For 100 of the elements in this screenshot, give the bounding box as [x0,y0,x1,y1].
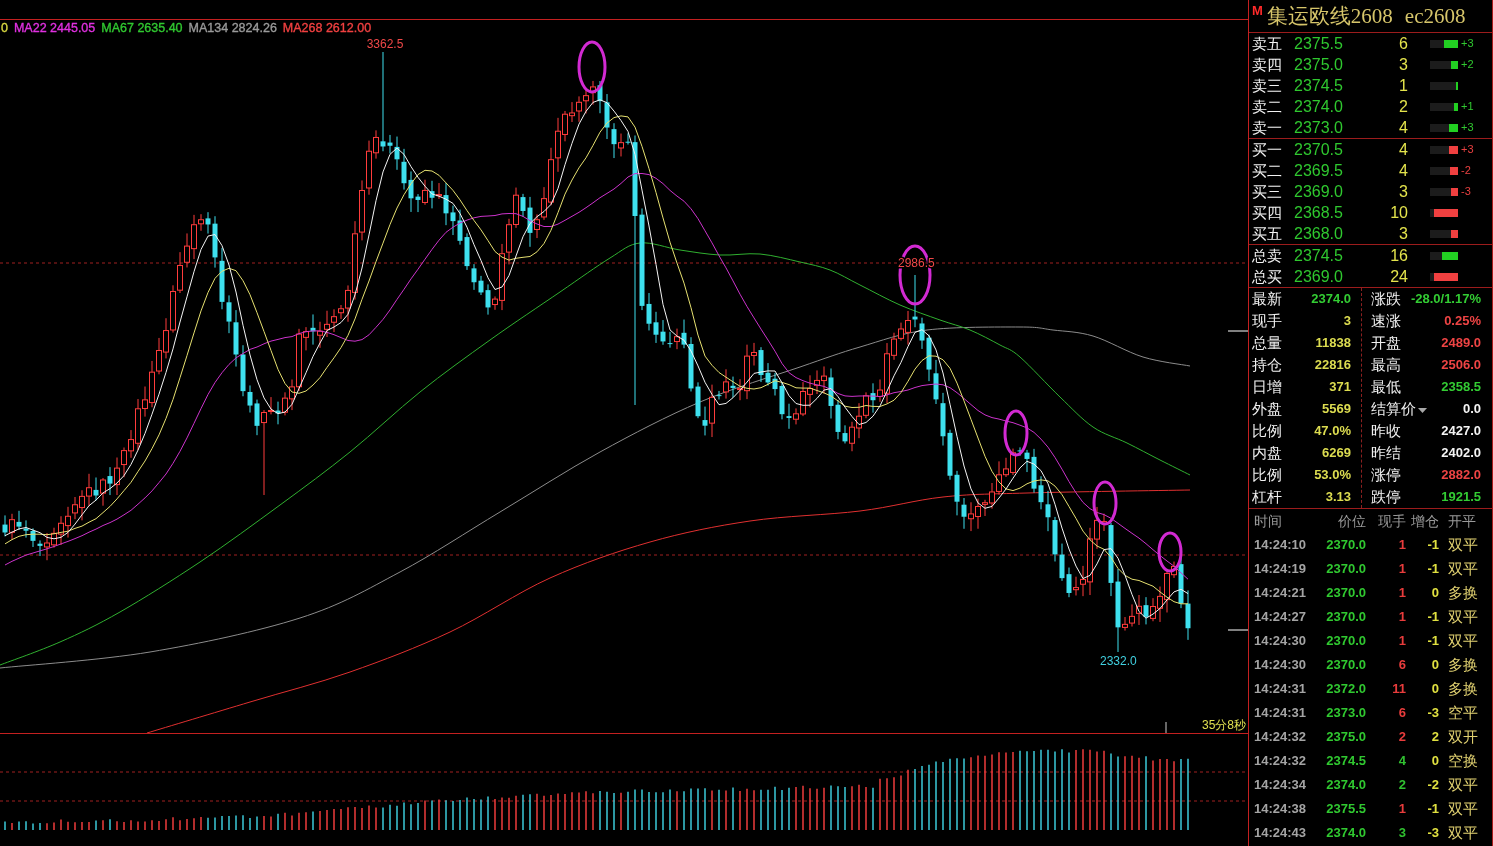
order-price: 2374.5 [1294,246,1344,266]
trade-time: 14:24:21 [1254,584,1308,602]
order-price: 2369.0 [1294,182,1344,202]
position-change: 0 [1430,584,1439,602]
stat-value: 53.0% [1314,466,1351,484]
ma-legend-label: MA134 2824.26 [188,20,277,36]
order-price: 2369.5 [1294,161,1344,181]
volume-change: +3 [1460,120,1475,135]
stat-label: 跌停 [1371,487,1401,507]
order-price: 2368.0 [1294,224,1344,244]
stat-label: 比例 [1252,465,1282,485]
volume-change: +3 [1460,36,1475,51]
trade-type: 多换 [1447,583,1479,603]
trade-price: 2375.5 [1325,800,1366,818]
trade-time: 14:24:34 [1254,776,1308,794]
trade-type: 双平 [1447,823,1479,843]
order-level-label: 买二 [1252,161,1283,181]
stat-value: 5569 [1322,400,1351,418]
trade-time: 14:24:38 [1254,800,1308,818]
trade-price: 2373.0 [1325,704,1366,722]
order-level-label: 卖四 [1252,55,1283,75]
stat-value: 2427.0 [1441,422,1481,440]
stat-value: 2506.0 [1441,356,1481,374]
trade-time: 14:24:32 [1254,752,1308,770]
stat-value: 371 [1329,378,1351,396]
trade-type: 多换 [1447,655,1479,675]
stat-value: 6269 [1322,444,1351,462]
trade-volume: 6 [1397,656,1406,674]
stat-value: 22816 [1314,356,1351,374]
stat-label: 比例 [1252,421,1282,441]
trade-time: 14:24:27 [1254,608,1308,626]
order-price: 2369.0 [1294,267,1344,287]
stat-label: 总量 [1252,333,1282,353]
trade-volume: 1 [1397,560,1406,578]
order-volume: 1 [1398,76,1408,96]
volume-change: -3 [1460,184,1472,199]
stat-label: 内盘 [1252,443,1282,463]
trade-time: 14:24:19 [1254,560,1308,578]
volume-change: +2 [1460,57,1475,72]
order-level-label: 卖五 [1252,34,1283,54]
order-level-label: 总买 [1252,267,1283,287]
order-price: 2375.5 [1294,34,1344,54]
order-price: 2373.0 [1294,118,1344,138]
stat-label: 外盘 [1252,399,1282,419]
trade-time: 14:24:43 [1254,824,1308,842]
stat-value: 2374.0 [1311,290,1351,308]
column-header: 增仓 [1410,512,1439,531]
trade-volume: 1 [1397,632,1406,650]
position-change: -1 [1426,800,1439,818]
ma-legend-label: 0 [1,20,8,36]
stat-label: 最高 [1371,355,1401,375]
trade-price: 2372.0 [1325,680,1366,698]
trade-type: 双平 [1447,607,1479,627]
column-header: 价位 [1337,512,1366,531]
trade-volume: 6 [1397,704,1406,722]
trade-volume: 4 [1397,752,1406,770]
trade-volume: 1 [1397,584,1406,602]
stat-value: 3 [1343,312,1351,330]
trade-volume: 11 [1391,680,1406,698]
column-header: 开平 [1447,512,1477,531]
order-level-label: 卖三 [1252,76,1283,96]
caret-icon[interactable] [1418,408,1427,413]
stat-label: 涨停 [1371,465,1401,485]
volume-change: -2 [1460,163,1472,178]
trade-type: 多换 [1447,679,1479,699]
trade-price: 2374.0 [1325,824,1366,842]
order-level-label: 总卖 [1252,246,1283,266]
trade-time: 14:24:31 [1254,704,1308,722]
trade-time: 14:24:30 [1254,656,1308,674]
trade-type: 双平 [1447,535,1479,555]
stat-label: 现手 [1252,311,1282,331]
trade-time: 14:24:10 [1254,536,1308,554]
stat-value: 2358.5 [1441,378,1481,396]
trade-volume: 1 [1397,608,1406,626]
price-label: 3362.5 [366,37,404,51]
order-level-label: 买三 [1252,182,1283,202]
trade-price: 2370.0 [1325,656,1366,674]
order-volume: 2 [1398,97,1408,117]
stat-value: 2882.0 [1441,466,1481,484]
stat-label: 最新 [1252,289,1282,309]
contract-code: ec2608 [1404,4,1466,28]
order-volume: 3 [1398,224,1408,244]
position-change: 0 [1430,680,1439,698]
position-change: -3 [1426,824,1439,842]
order-volume: 6 [1398,34,1408,54]
stat-label: 昨结 [1371,443,1401,463]
contract-name: 集运欧线2608 [1266,4,1393,28]
order-volume: 4 [1398,140,1408,160]
ma-legend-label: MA67 2635.40 [101,20,183,36]
trade-type: 双平 [1447,799,1479,819]
order-price: 2374.0 [1294,97,1344,117]
order-volume: 3 [1398,182,1408,202]
stat-value: 2489.0 [1441,334,1481,352]
order-level-label: 买四 [1252,203,1283,223]
stat-value: 1921.5 [1441,488,1481,506]
position-change: -2 [1426,776,1439,794]
volume-change: +1 [1460,99,1475,114]
order-level-label: 卖一 [1252,118,1283,138]
order-volume: 16 [1389,246,1408,266]
trade-price: 2374.5 [1325,752,1366,770]
